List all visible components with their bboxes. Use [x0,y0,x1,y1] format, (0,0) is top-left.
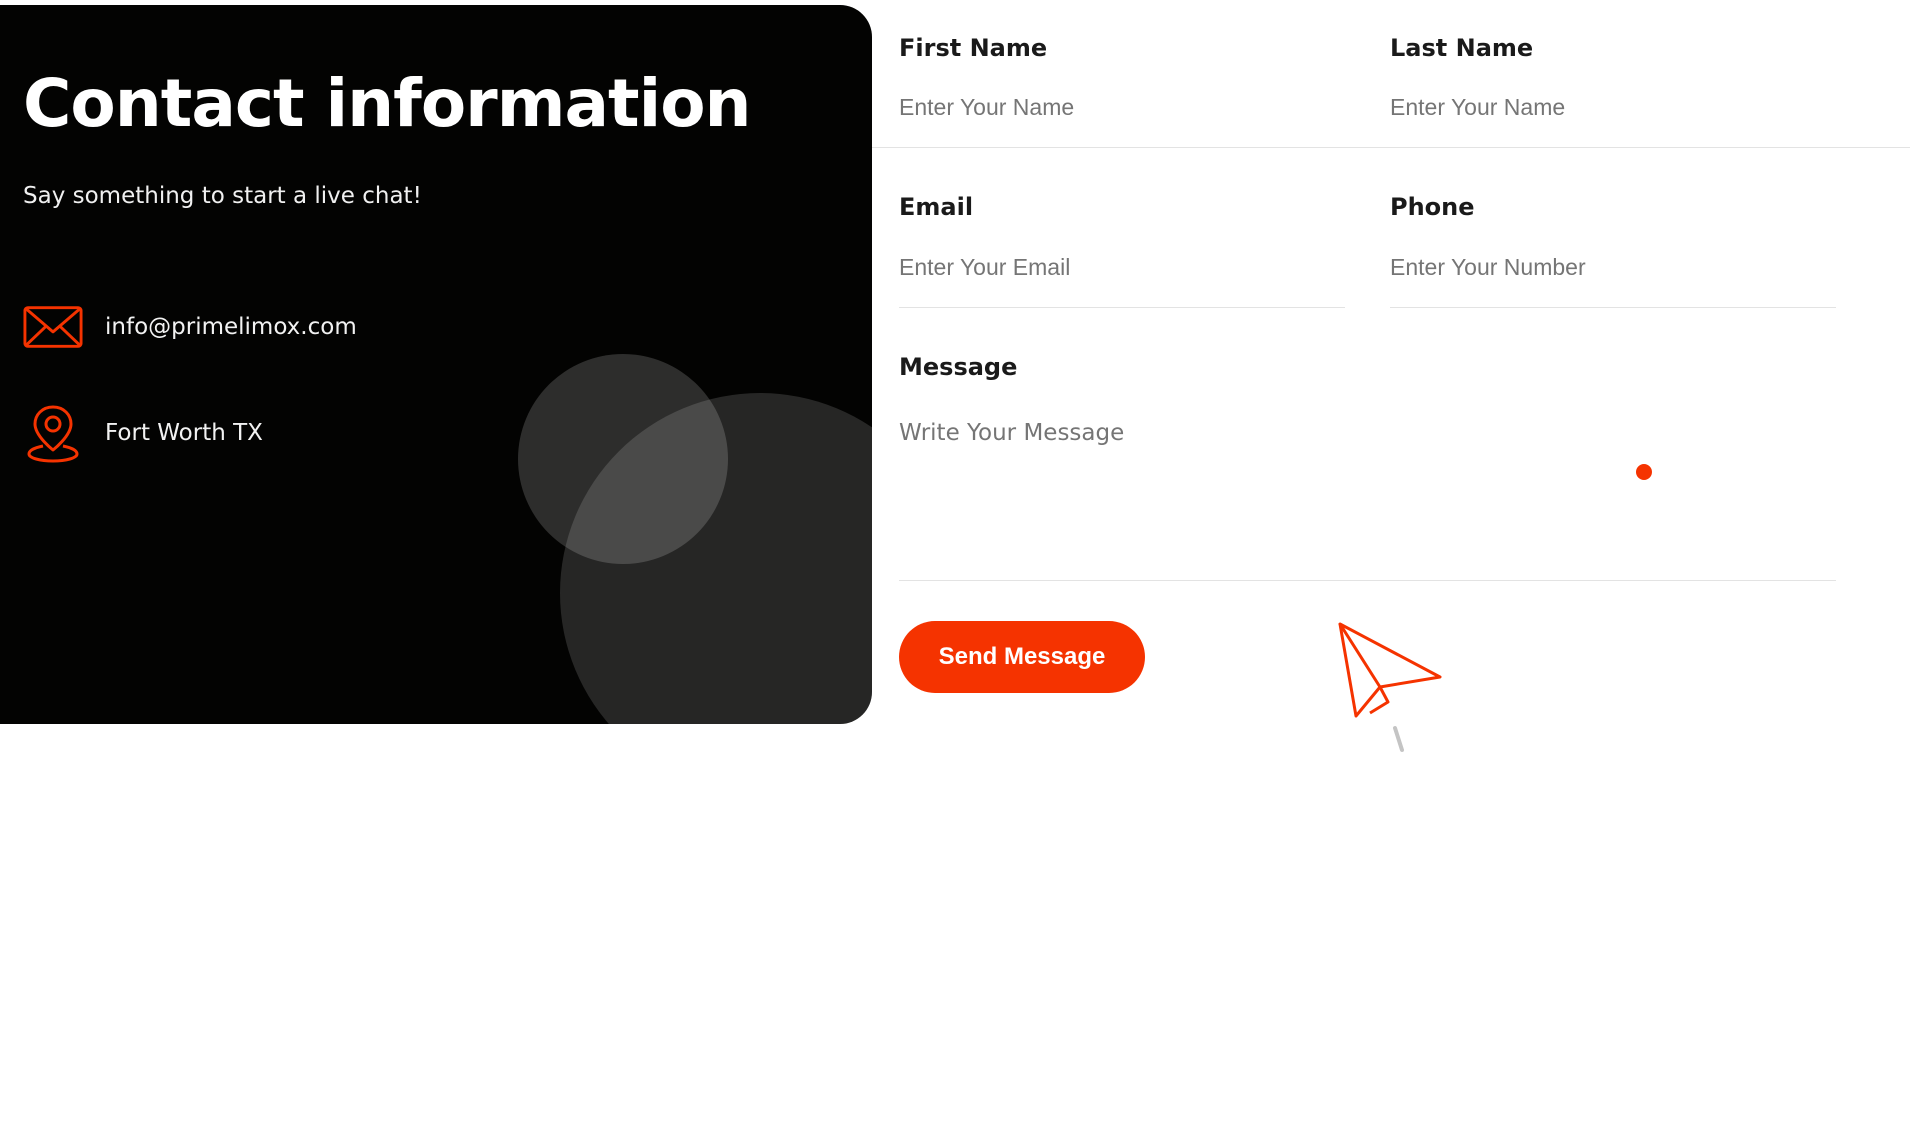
first-name-input[interactable] [899,94,1339,121]
envelope-icon [23,297,83,357]
paper-plane-icon [1332,620,1452,759]
contact-title: Contact information [23,65,752,142]
contact-info-card: Contact information Say something to sta… [0,5,872,724]
message-textarea[interactable] [899,420,1829,570]
contact-location-row: Fort Worth TX [23,403,263,463]
contact-location-text: Fort Worth TX [105,420,263,446]
phone-field[interactable] [1390,254,1830,281]
contact-subtitle: Say something to start a live chat! [23,183,422,209]
last-name-input[interactable] [1390,94,1830,121]
phone-label: Phone [1390,193,1475,221]
map-pin-icon [23,403,83,463]
contact-email-link[interactable]: info@primelimox.com [105,314,357,340]
contact-page: Contact information Say something to sta… [0,0,1910,1140]
name-row-divider [872,147,1910,148]
email-label: Email [899,193,974,221]
contact-email-row: info@primelimox.com [23,297,357,357]
first-name-label: First Name [899,34,1048,62]
email-field[interactable] [899,254,1339,281]
last-name-label: Last Name [1390,34,1534,62]
message-underline [899,580,1836,581]
accent-dot [1636,464,1652,480]
email-underline [899,307,1345,308]
message-label: Message [899,353,1018,381]
phone-underline [1390,307,1836,308]
send-message-button[interactable]: Send Message [899,621,1145,693]
